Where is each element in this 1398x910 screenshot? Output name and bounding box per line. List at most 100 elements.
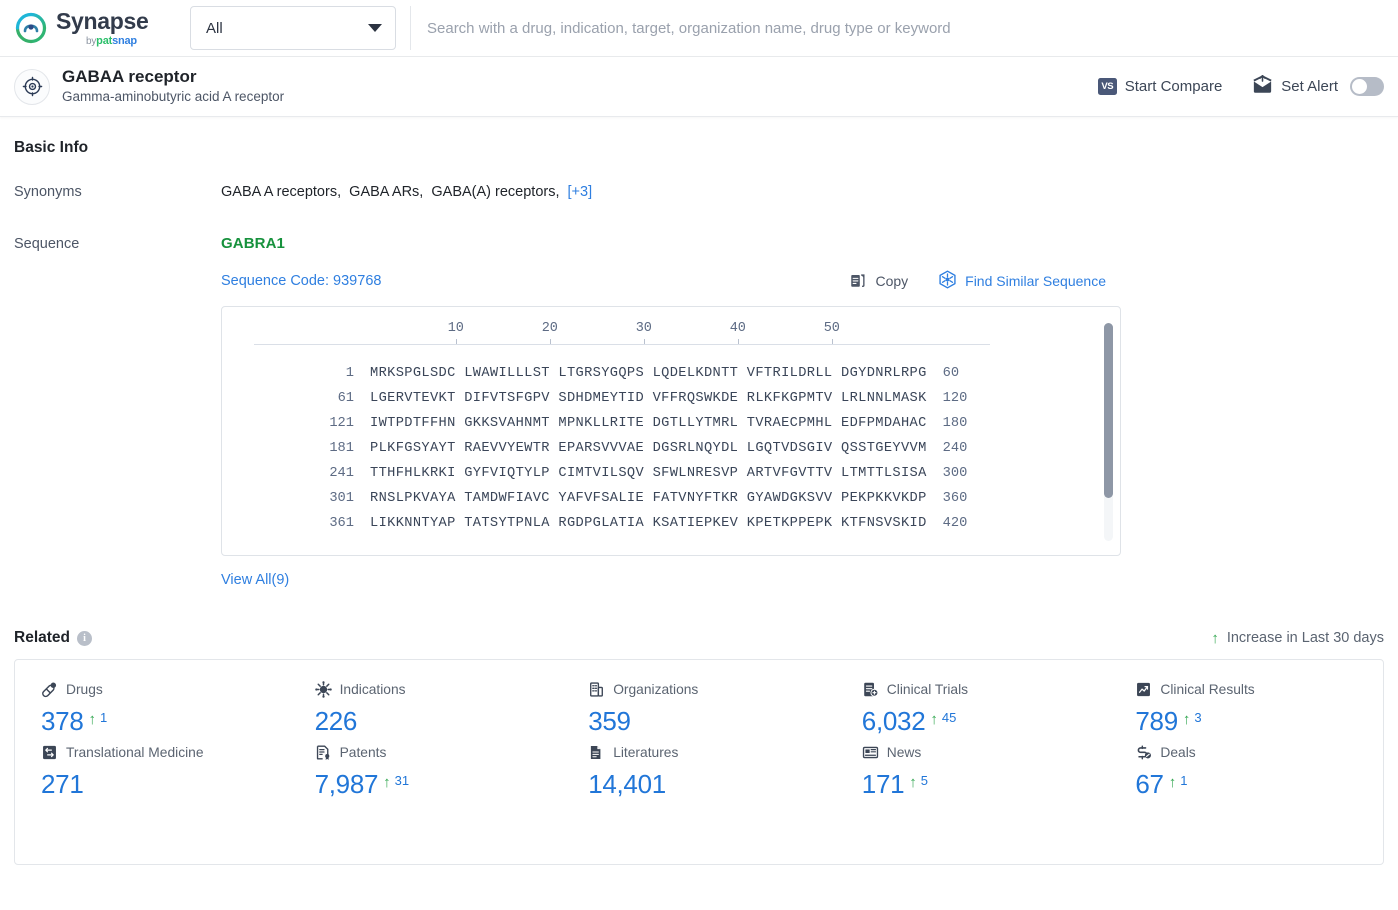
top-search-bar: Synapse bypatsnap All [0,0,1398,57]
stat-tile-clinical-trials[interactable]: Clinical Trials 6,032 ↑ 45 [836,678,1110,737]
stat-value: 6,032 [861,706,926,736]
sequence-rows: 1 MRKSPGLSDC LWAWILLLST LTGRSYGQPS LQDELK… [222,361,1120,536]
search-input[interactable] [425,6,1398,50]
stat-tile-indications[interactable]: Indications 226 [289,678,563,737]
stat-tile-deals[interactable]: Deals 67 ↑ 1 [1109,741,1383,800]
alert-mail-icon [1252,74,1273,98]
search-box [410,6,1398,50]
view-all-sequences-link[interactable]: View All(9) [221,572,289,588]
logo-by: by [86,35,97,47]
arrow-up-icon: ↑ [930,711,938,728]
sequence-start-index: 121 [329,416,354,431]
copy-icon [849,271,867,292]
stat-head: News [862,741,1110,763]
stat-delta-value: 1 [1180,773,1188,788]
related-title: Related [14,629,70,646]
sequence-end-index: 420 [942,516,968,531]
stat-tile-organizations[interactable]: Organizations 359 [562,678,836,737]
sequence-line: 1 MRKSPGLSDC LWAWILLLST LTGRSYGQPS LQDELK… [222,361,1120,386]
stat-head: Translational Medicine [41,741,289,763]
arrow-up-icon: ↑ [88,711,96,728]
stat-delta: ↑ 45 [930,710,956,733]
synonyms-row: Synonyms GABA A receptors, GABA ARs, GAB… [14,183,1384,201]
stat-tile-literatures[interactable]: Literatures 14,401 [562,741,836,800]
sequence-end-index: 240 [942,441,968,456]
stat-label: Drugs [66,681,103,697]
find-similar-label: Find Similar Sequence [965,273,1106,289]
stat-value-row: 14,401 [588,769,836,800]
sequence-viewer-inner: 10 20 30 40 50 1 MRKSPGLSDC LWAWILLLST LTGRSY… [222,307,1120,555]
stat-tile-news[interactable]: News 171 ↑ 5 [836,741,1110,800]
logo-text: Synapse bypatsnap [56,7,149,47]
sequence-start-index: 181 [329,441,354,456]
clinical-result-icon [1135,681,1152,698]
target-icon [14,68,50,105]
stat-delta-value: 5 [920,773,929,788]
stat-value: 171 [861,769,905,799]
stat-value-row: 7,987 ↑ 31 [315,769,563,800]
stat-label: Organizations [613,681,699,697]
sequence-end-index: 180 [942,416,968,431]
sequence-scrollbar-thumb[interactable] [1104,323,1113,498]
sequence-line: 241 TTHFHLKRKI GYFVIQTYLP CIMTVILSQV SFWL… [222,461,1120,486]
find-similar-sequence-button[interactable]: Find Similar Sequence [938,270,1106,292]
search-scope-select[interactable]: All [190,6,396,50]
find-similar-icon [938,270,957,292]
ruler-tick-mark [831,339,833,344]
sequence-residues: PLKFGSYAYT RAEVVYEWTR EPARSVVVAE DGSRLNQ… [370,441,927,456]
copy-button[interactable]: Copy [849,271,908,292]
stat-label: Clinical Trials [886,681,969,697]
stat-value: 378 [41,706,84,736]
stat-value-row: 378 ↑ 1 [41,706,289,737]
app-logo[interactable]: Synapse bypatsnap [14,7,190,47]
news-icon [862,744,879,761]
sequence-line: 181 PLKFGSYAYT RAEVVYEWTR EPARSVVVAE DGSR… [222,436,1120,461]
stat-delta: ↑ 31 [383,773,409,796]
stat-tile-patents[interactable]: Patents 7,987 ↑ 31 [289,741,563,800]
sequence-scrollbar[interactable] [1104,323,1113,541]
entity-names: GABAA receptor Gamma-aminobutyric acid A… [62,66,284,107]
stat-head: Drugs [41,678,289,700]
ruler-tick-mark [455,339,457,344]
stat-tile-clinical-results[interactable]: Clinical Results 789 ↑ 3 [1109,678,1383,737]
stat-label: Translational Medicine [66,744,204,760]
sequence-line: 301 RNSLPKVAYA TAMDWFIAVC YAFVFSALIE FATV… [222,486,1120,511]
logo-title: Synapse [56,7,149,34]
logo-pat: pat [96,34,113,47]
synonyms-more-link[interactable]: [+3] [568,184,593,200]
logo-subtitle: bypatsnap [86,34,149,47]
stat-label: Patents [339,744,387,760]
arrow-up-icon: ↑ [1211,629,1219,647]
stat-tile-translational-medicine[interactable]: Translational Medicine 271 [15,741,289,800]
sequence-value: GABRA1 Sequence Code: 939768 Copy Find S… [221,235,1384,589]
sequence-start-index: 301 [329,491,354,506]
alert-toggle[interactable] [1350,77,1384,96]
sequence-start-index: 1 [345,366,354,381]
deal-icon [1135,744,1152,761]
ruler-tick-label: 40 [729,321,746,336]
stat-head: Patents [315,741,563,763]
stat-value-row: 171 ↑ 5 [862,769,1110,800]
synonym-item: GABA A receptors [221,184,338,200]
sequence-end-index: 300 [942,466,968,481]
search-scope-value: All [206,19,223,37]
stat-value: 359 [588,706,631,736]
stat-tile-drugs[interactable]: Drugs 378 ↑ 1 [15,678,289,737]
start-compare-button[interactable]: VS Start Compare [1097,78,1222,95]
ruler-tick-mark [643,339,645,344]
stat-delta-value: 3 [1194,710,1202,725]
stat-delta-value: 45 [941,710,957,725]
stat-delta: ↑ 1 [1169,773,1188,796]
sequence-end-index: 60 [942,366,960,381]
stat-label: Indications [339,681,406,697]
stat-value-row: 67 ↑ 1 [1135,769,1383,800]
stat-head: Organizations [588,678,836,700]
sequence-label: Sequence [14,236,80,252]
info-icon[interactable]: i [77,630,92,646]
sequence-code-link[interactable]: Sequence Code: 939768 [221,273,381,289]
set-alert-button[interactable]: Set Alert [1252,74,1384,98]
sequence-residues: LIKKNNTYAP TATSYTPNLA RGDPGLATIA KSATIEP… [370,516,927,531]
sequence-residues: MRKSPGLSDC LWAWILLLST LTGRSYGQPS LQDELKD… [370,366,927,381]
virus-icon [314,680,332,698]
stat-delta: ↑ 3 [1183,710,1202,733]
